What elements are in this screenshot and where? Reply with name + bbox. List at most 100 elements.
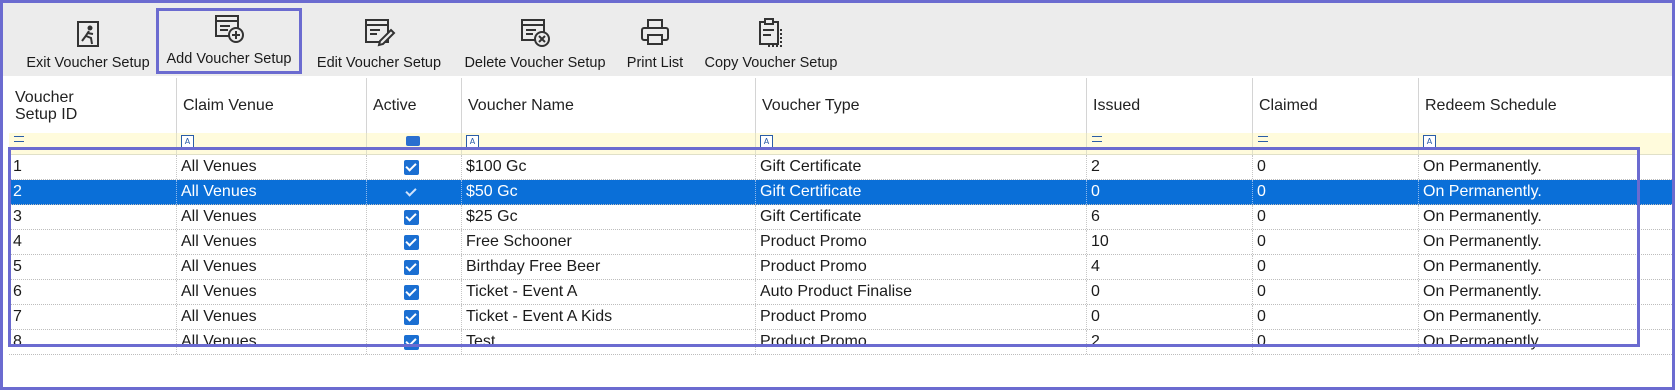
cell-issued[interactable]: 2	[1087, 155, 1253, 179]
column-header-active[interactable]: Active	[367, 78, 462, 133]
filter-voucher-setup-id[interactable]	[9, 133, 177, 154]
cell-issued[interactable]: 4	[1087, 255, 1253, 279]
table-row[interactable]: 1 All Venues $100 Gc Gift Certificate 2 0 On P…	[9, 155, 1672, 180]
cell-id[interactable]: 4	[9, 230, 177, 254]
cell-type[interactable]: Product Promo	[756, 255, 1087, 279]
column-header-claimed[interactable]: Claimed	[1253, 78, 1419, 133]
cell-active[interactable]	[367, 180, 462, 204]
cell-claimed[interactable]: 0	[1253, 305, 1419, 329]
cell-type[interactable]: Gift Certificate	[756, 180, 1087, 204]
cell-type[interactable]: Gift Certificate	[756, 155, 1087, 179]
cell-name[interactable]: Birthday Free Beer	[462, 255, 756, 279]
cell-schedule[interactable]: On Permanently.	[1419, 305, 1672, 329]
cell-claimed[interactable]: 0	[1253, 255, 1419, 279]
cell-type[interactable]: Product Promo	[756, 230, 1087, 254]
table-row[interactable]: 8 All Venues Test Product Promo 2 0 On Permane…	[9, 330, 1672, 355]
cell-schedule[interactable]: On Permanently.	[1419, 330, 1672, 354]
cell-venue[interactable]: All Venues	[177, 305, 367, 329]
column-header-redeem-schedule[interactable]: Redeem Schedule	[1419, 78, 1672, 133]
active-checkbox[interactable]	[404, 185, 419, 200]
copy-voucher-setup-button[interactable]: Copy Voucher Setup	[697, 7, 845, 75]
exit-voucher-setup-button[interactable]: Exit Voucher Setup	[15, 7, 161, 75]
filter-issued[interactable]	[1087, 133, 1253, 154]
cell-id[interactable]: 7	[9, 305, 177, 329]
column-header-issued[interactable]: Issued	[1087, 78, 1253, 133]
filter-claimed[interactable]	[1253, 133, 1419, 154]
cell-id[interactable]: 5	[9, 255, 177, 279]
filter-voucher-type[interactable]: A	[756, 133, 1087, 154]
cell-id[interactable]: 8	[9, 330, 177, 354]
table-row[interactable]: 2 All Venues $50 Gc Gift Certificate 0 0 On Pe…	[9, 180, 1672, 205]
cell-type[interactable]: Gift Certificate	[756, 205, 1087, 229]
cell-schedule[interactable]: On Permanently.	[1419, 180, 1672, 204]
cell-schedule[interactable]: On Permanently.	[1419, 280, 1672, 304]
cell-issued[interactable]: 2	[1087, 330, 1253, 354]
cell-active[interactable]	[367, 280, 462, 304]
cell-venue[interactable]: All Venues	[177, 205, 367, 229]
edit-voucher-setup-button[interactable]: Edit Voucher Setup	[310, 7, 448, 75]
cell-type[interactable]: Auto Product Finalise	[756, 280, 1087, 304]
cell-type[interactable]: Product Promo	[756, 305, 1087, 329]
cell-schedule[interactable]: On Permanently.	[1419, 230, 1672, 254]
table-row[interactable]: 5 All Venues Birthday Free Beer Product Pro…	[9, 255, 1672, 280]
cell-id[interactable]: 2	[9, 180, 177, 204]
cell-id[interactable]: 3	[9, 205, 177, 229]
active-checkbox[interactable]	[404, 310, 419, 325]
cell-issued[interactable]: 0	[1087, 180, 1253, 204]
table-row[interactable]: 4 All Venues Free Schooner Product Promo 10 0…	[9, 230, 1672, 255]
cell-type[interactable]: Product Promo	[756, 330, 1087, 354]
table-row[interactable]: 3 All Venues $25 Gc Gift Certificate 6 0 On Pe…	[9, 205, 1672, 230]
active-checkbox[interactable]	[404, 285, 419, 300]
column-header-voucher-type[interactable]: Voucher Type	[756, 78, 1087, 133]
add-voucher-setup-button[interactable]: Add Voucher Setup	[156, 8, 302, 74]
cell-name[interactable]: $100 Gc	[462, 155, 756, 179]
cell-schedule[interactable]: On Permanently.	[1419, 155, 1672, 179]
cell-claimed[interactable]: 0	[1253, 330, 1419, 354]
cell-active[interactable]	[367, 255, 462, 279]
active-checkbox[interactable]	[404, 335, 419, 350]
cell-id[interactable]: 6	[9, 280, 177, 304]
active-checkbox[interactable]	[404, 260, 419, 275]
cell-name[interactable]: Free Schooner	[462, 230, 756, 254]
cell-active[interactable]	[367, 330, 462, 354]
column-header-voucher-setup-id[interactable]: Voucher Setup ID	[9, 78, 177, 133]
filter-voucher-name[interactable]: A	[462, 133, 756, 154]
print-list-button[interactable]: Print List	[621, 7, 689, 75]
column-header-voucher-name[interactable]: Voucher Name	[462, 78, 756, 133]
cell-venue[interactable]: All Venues	[177, 280, 367, 304]
table-row[interactable]: 6 All Venues Ticket - Event A Auto Product …	[9, 280, 1672, 305]
filter-claim-venue[interactable]: A	[177, 133, 367, 154]
cell-active[interactable]	[367, 305, 462, 329]
table-row[interactable]: 7 All Venues Ticket - Event A Kids Product …	[9, 305, 1672, 330]
cell-name[interactable]: Ticket - Event A Kids	[462, 305, 756, 329]
active-checkbox[interactable]	[404, 210, 419, 225]
cell-issued[interactable]: 0	[1087, 305, 1253, 329]
cell-name[interactable]: $50 Gc	[462, 180, 756, 204]
cell-issued[interactable]: 6	[1087, 205, 1253, 229]
cell-active[interactable]	[367, 230, 462, 254]
filter-active[interactable]	[367, 133, 462, 154]
cell-claimed[interactable]: 0	[1253, 280, 1419, 304]
cell-claimed[interactable]: 0	[1253, 205, 1419, 229]
cell-venue[interactable]: All Venues	[177, 330, 367, 354]
cell-name[interactable]: Ticket - Event A	[462, 280, 756, 304]
cell-active[interactable]	[367, 155, 462, 179]
cell-venue[interactable]: All Venues	[177, 230, 367, 254]
cell-name[interactable]: $25 Gc	[462, 205, 756, 229]
cell-issued[interactable]: 10	[1087, 230, 1253, 254]
cell-venue[interactable]: All Venues	[177, 180, 367, 204]
cell-id[interactable]: 1	[9, 155, 177, 179]
active-checkbox[interactable]	[404, 235, 419, 250]
column-header-claim-venue[interactable]: Claim Venue	[177, 78, 367, 133]
cell-venue[interactable]: All Venues	[177, 255, 367, 279]
cell-claimed[interactable]: 0	[1253, 180, 1419, 204]
cell-name[interactable]: Test	[462, 330, 756, 354]
filter-redeem-schedule[interactable]: A	[1419, 133, 1672, 154]
cell-claimed[interactable]: 0	[1253, 230, 1419, 254]
cell-schedule[interactable]: On Permanently.	[1419, 255, 1672, 279]
cell-schedule[interactable]: On Permanently.	[1419, 205, 1672, 229]
cell-active[interactable]	[367, 205, 462, 229]
active-checkbox[interactable]	[404, 160, 419, 175]
cell-claimed[interactable]: 0	[1253, 155, 1419, 179]
delete-voucher-setup-button[interactable]: Delete Voucher Setup	[458, 7, 612, 75]
